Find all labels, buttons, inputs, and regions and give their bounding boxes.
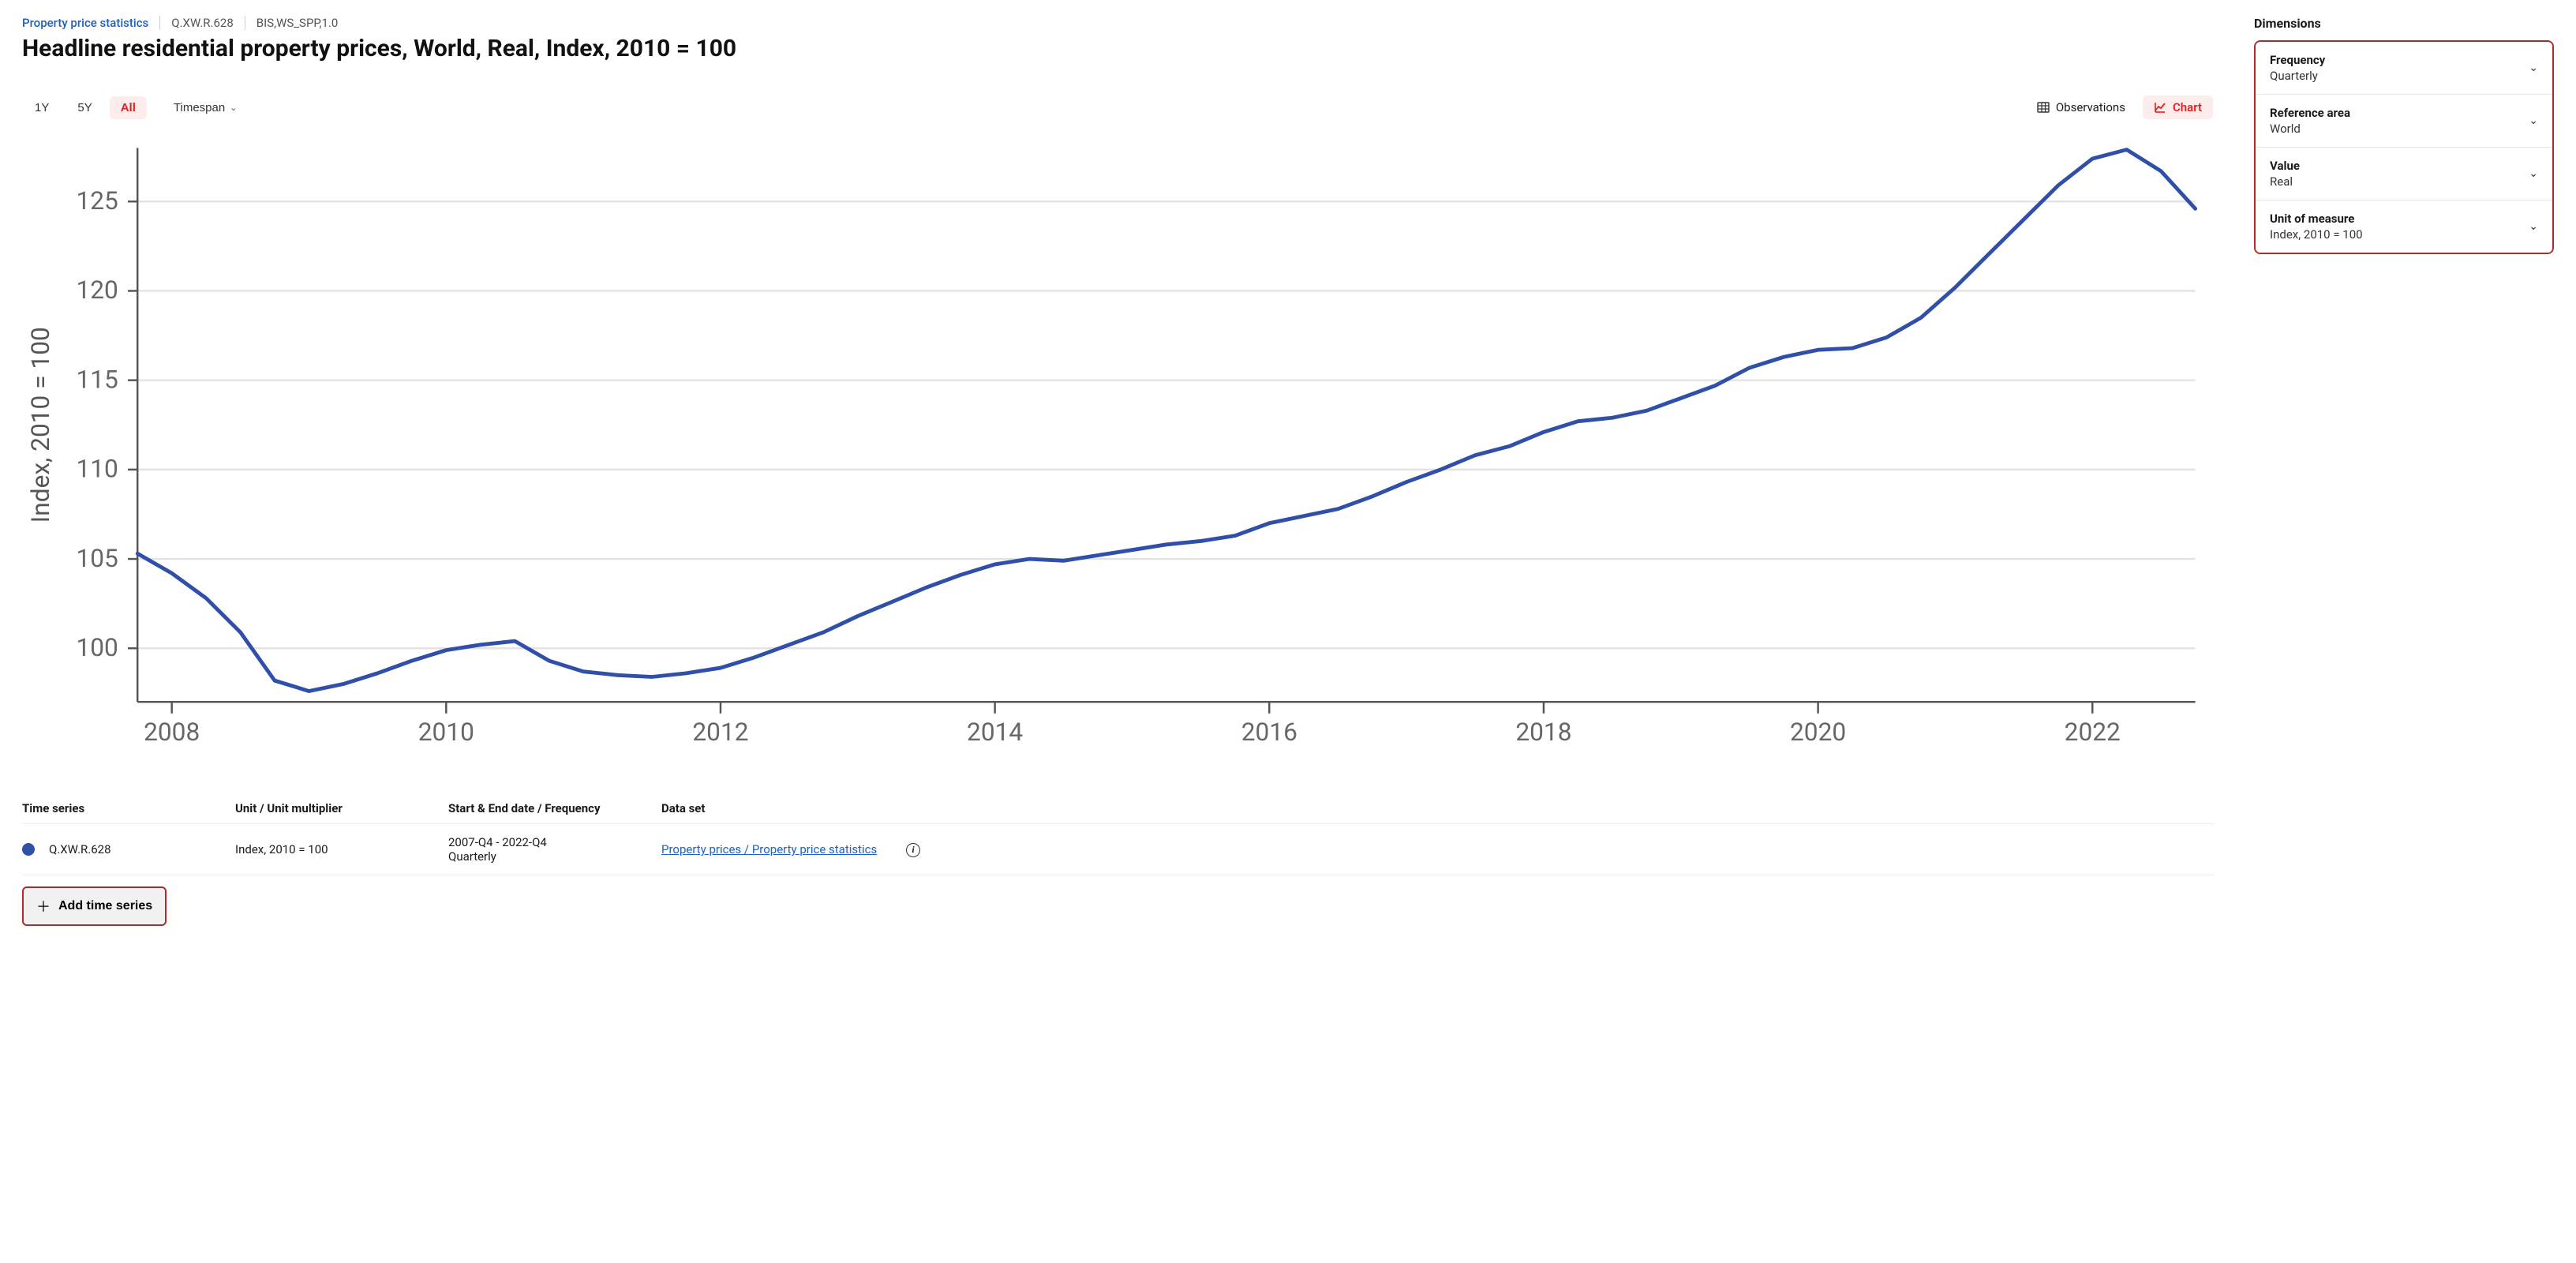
- breadcrumb-divider: [159, 16, 160, 30]
- dimensions-heading: Dimensions: [2254, 16, 2554, 31]
- table-icon: [2037, 101, 2050, 114]
- add-time-series-label: Add time series: [58, 899, 152, 913]
- timespan-label: Timespan: [174, 101, 225, 114]
- svg-text:2010: 2010: [418, 718, 474, 747]
- dimension-frequency[interactable]: Frequency Quarterly ⌄: [2256, 42, 2552, 94]
- chevron-down-icon: ⌄: [2529, 167, 2538, 180]
- chevron-down-icon: ⌄: [2529, 62, 2538, 74]
- info-icon[interactable]: i: [906, 843, 920, 857]
- range-1y-button[interactable]: 1Y: [24, 96, 60, 119]
- svg-text:105: 105: [76, 544, 118, 573]
- svg-text:2008: 2008: [144, 718, 200, 747]
- svg-text:2020: 2020: [1790, 718, 1846, 747]
- dimension-value: Real: [2270, 174, 2300, 189]
- time-series-table: Time series Unit / Unit multiplier Start…: [22, 793, 2215, 875]
- dimension-unit-of-measure[interactable]: Unit of measure Index, 2010 = 100 ⌄: [2256, 200, 2552, 253]
- plus-icon: ＋: [36, 896, 51, 916]
- add-time-series-button[interactable]: ＋ Add time series: [22, 886, 167, 926]
- svg-text:125: 125: [76, 186, 118, 215]
- timespan-dropdown[interactable]: Timespan ⌄: [163, 96, 249, 119]
- chevron-down-icon: ⌄: [230, 103, 237, 113]
- svg-text:2012: 2012: [692, 718, 748, 747]
- dimension-value: World: [2270, 122, 2350, 136]
- dimensions-panel: Frequency Quarterly ⌄ Reference area Wor…: [2254, 40, 2554, 254]
- svg-text:2022: 2022: [2065, 718, 2121, 747]
- svg-text:110: 110: [76, 455, 118, 484]
- series-range: 2007-Q4 - 2022-Q4: [448, 835, 653, 849]
- range-all-button[interactable]: All: [110, 96, 147, 119]
- dimension-name: Frequency: [2270, 53, 2325, 67]
- breadcrumb-source-code: BIS,WS_SPP,1.0: [256, 16, 339, 30]
- series-code: Q.XW.R.628: [49, 842, 111, 856]
- page-title: Headline residential property prices, Wo…: [22, 35, 2215, 62]
- col-header-dataset: Data set: [661, 801, 898, 815]
- svg-text:2018: 2018: [1515, 718, 1571, 747]
- chevron-down-icon: ⌄: [2529, 220, 2538, 233]
- svg-text:115: 115: [76, 365, 118, 394]
- svg-text:2014: 2014: [967, 718, 1023, 747]
- dimension-value[interactable]: Value Real ⌄: [2256, 147, 2552, 200]
- chart-tab[interactable]: Chart: [2143, 96, 2213, 119]
- dimension-value: Index, 2010 = 100: [2270, 227, 2363, 242]
- breadcrumb-dataset-link[interactable]: Property price statistics: [22, 16, 148, 30]
- svg-text:2016: 2016: [1241, 718, 1297, 747]
- svg-text:120: 120: [76, 275, 118, 305]
- dataset-link[interactable]: Property prices / Property price statist…: [661, 842, 877, 856]
- range-5y-button[interactable]: 5Y: [66, 96, 103, 119]
- col-header-series: Time series: [22, 801, 227, 815]
- chart-label: Chart: [2173, 100, 2202, 114]
- series-color-dot: [22, 843, 35, 856]
- dimension-value: Quarterly: [2270, 69, 2325, 83]
- svg-text:Index, 2010 = 100: Index, 2010 = 100: [26, 327, 55, 523]
- series-unit: Index, 2010 = 100: [235, 842, 440, 856]
- table-row: Q.XW.R.628 Index, 2010 = 100 2007-Q4 - 2…: [22, 824, 2215, 875]
- dimension-name: Value: [2270, 159, 2300, 173]
- line-chart-icon: [2154, 101, 2166, 114]
- svg-text:100: 100: [76, 633, 118, 662]
- observations-tab[interactable]: Observations: [2026, 96, 2136, 119]
- dimension-name: Reference area: [2270, 106, 2350, 120]
- col-header-range: Start & End date / Frequency: [448, 801, 653, 815]
- chart-area[interactable]: 100 105 110 115 120 125 2008 2010 2012 2014 2016 20…: [22, 129, 2215, 763]
- breadcrumb-series-code: Q.XW.R.628: [171, 16, 234, 30]
- dimension-reference-area[interactable]: Reference area World ⌄: [2256, 94, 2552, 147]
- dimension-name: Unit of measure: [2270, 212, 2363, 226]
- chevron-down-icon: ⌄: [2529, 114, 2538, 127]
- observations-label: Observations: [2056, 100, 2125, 114]
- series-frequency: Quarterly: [448, 849, 653, 864]
- col-header-unit: Unit / Unit multiplier: [235, 801, 440, 815]
- breadcrumb: Property price statistics Q.XW.R.628 BIS…: [22, 16, 2215, 30]
